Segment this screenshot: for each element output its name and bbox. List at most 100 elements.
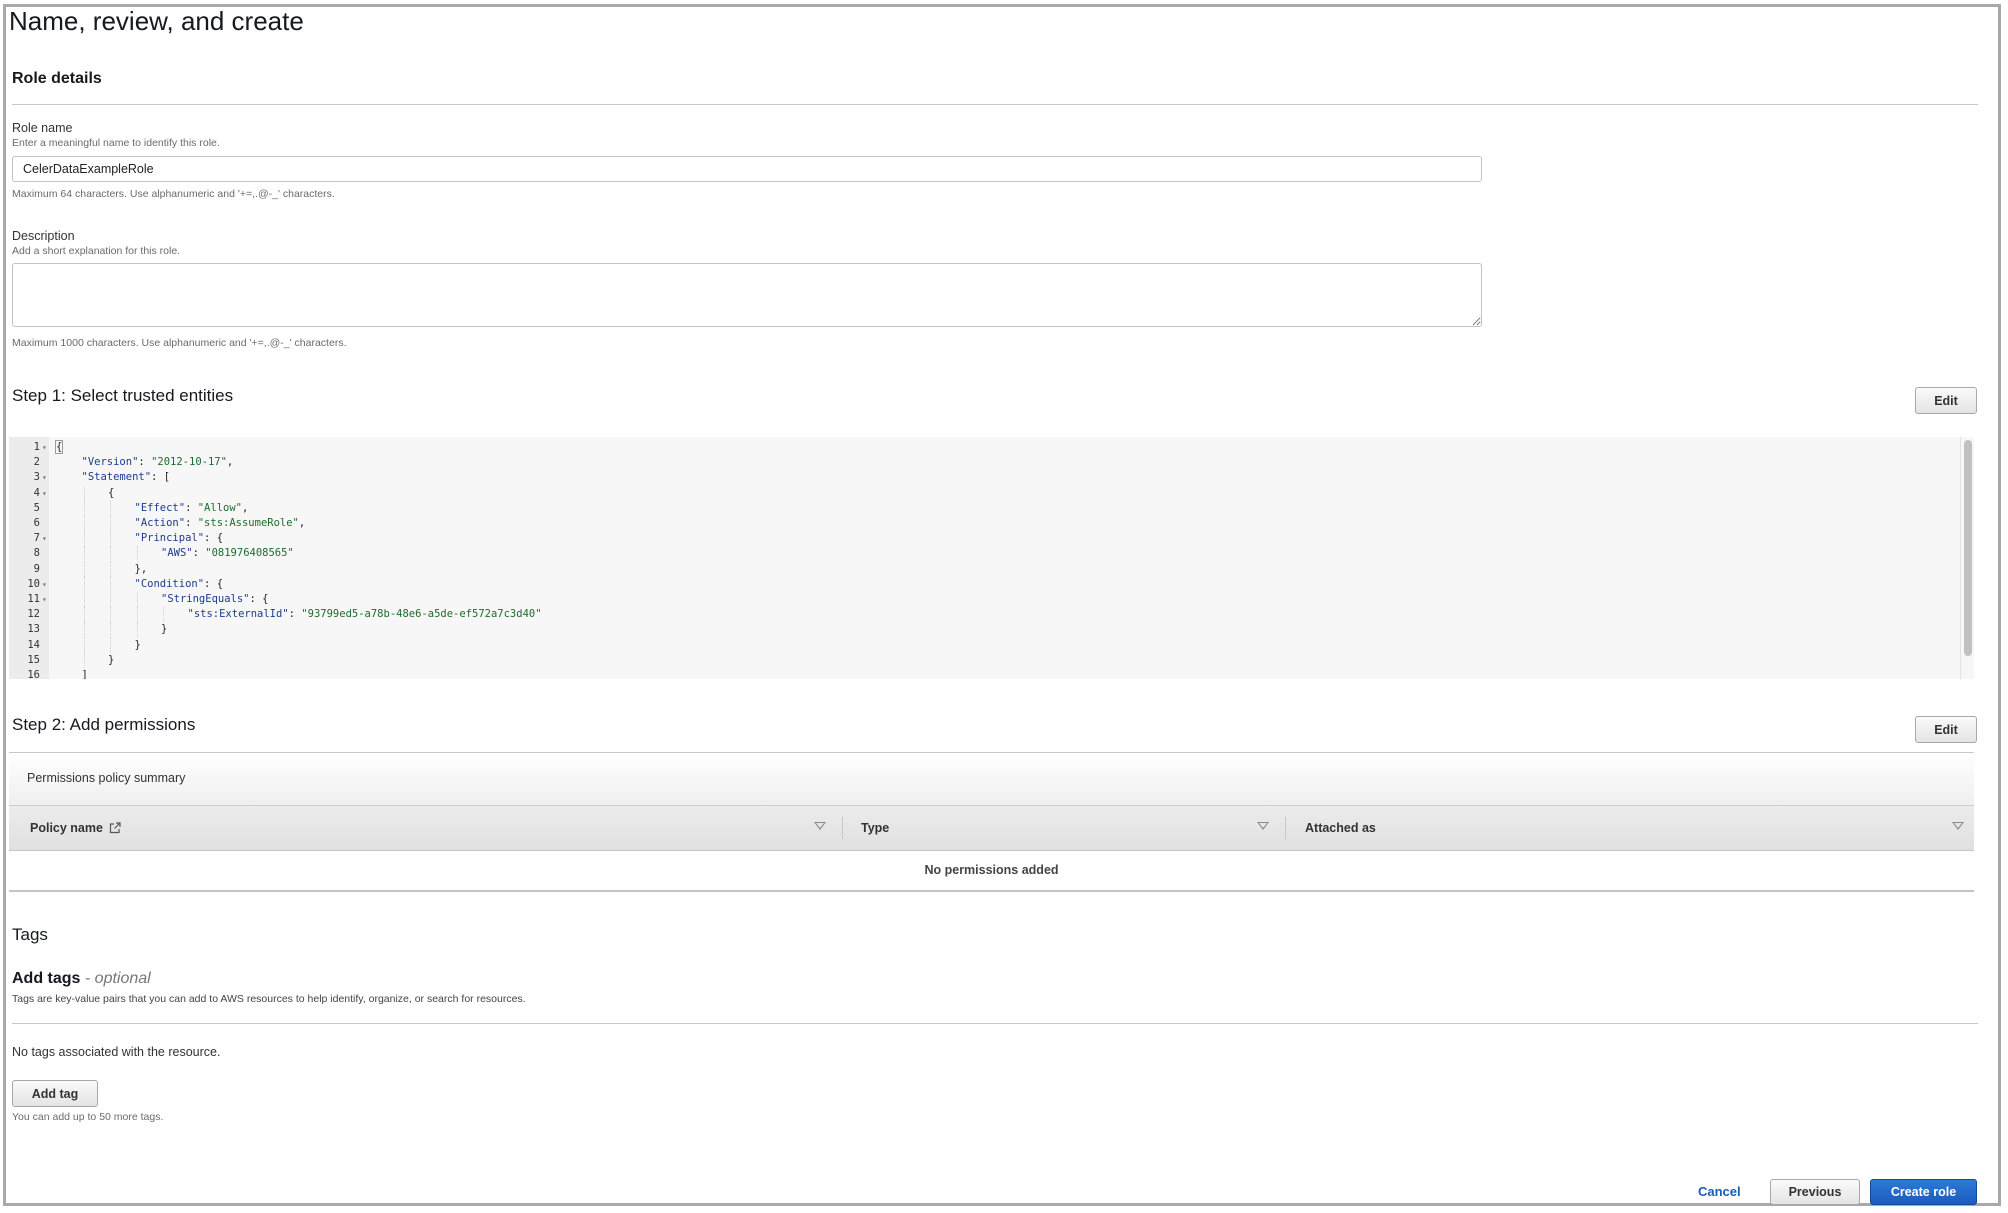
- indent-guide: [110, 637, 111, 653]
- fold-toggle-icon[interactable]: ▾: [42, 531, 47, 546]
- code-text: {: [55, 440, 64, 454]
- role-name-hint: Enter a meaningful name to identify this…: [12, 137, 220, 149]
- indent-guide: [163, 607, 164, 623]
- fold-toggle-icon[interactable]: ▾: [42, 577, 47, 592]
- indent-guide: [83, 607, 85, 623]
- code-text: "StringEquals": {: [161, 593, 269, 605]
- description-constraint: Maximum 1000 characters. Use alphanumeri…: [12, 337, 347, 349]
- column-attached-as[interactable]: Attached as: [1305, 806, 1376, 850]
- add-tags-title-text: Add tags: [12, 970, 81, 987]
- line-number: 5: [33, 501, 40, 514]
- line-number: 4: [33, 486, 40, 499]
- indent-guide: [110, 607, 111, 623]
- tags-description: Tags are key-value pairs that you can ad…: [12, 993, 526, 1005]
- indent-guide: [110, 531, 111, 547]
- code-text: "Statement": [: [81, 471, 171, 484]
- indent-guide: [83, 500, 85, 516]
- code-text: "AWS": "081976408565": [161, 547, 294, 560]
- column-attached-as-label: Attached as: [1305, 821, 1376, 835]
- indent-guide: [110, 561, 111, 577]
- sort-type-icon[interactable]: [1257, 822, 1269, 830]
- step1-edit-button[interactable]: Edit: [1915, 387, 1977, 414]
- line-number: 2: [33, 456, 40, 469]
- column-policy-name[interactable]: Policy name: [30, 806, 121, 850]
- tags-divider: [12, 1023, 1978, 1024]
- line-number: 13: [27, 623, 40, 636]
- indent-guide: [136, 546, 138, 562]
- indent-guide: [110, 516, 111, 532]
- tags-heading: Tags: [12, 925, 48, 944]
- role-name-label: Role name: [12, 121, 73, 135]
- description-textarea[interactable]: [12, 263, 1482, 327]
- step2-edit-button[interactable]: Edit: [1915, 716, 1977, 743]
- description-label: Description: [12, 229, 75, 243]
- code-text: "Principal": {: [134, 532, 224, 545]
- column-separator[interactable]: [842, 817, 843, 839]
- fold-toggle-icon[interactable]: ▾: [42, 440, 47, 455]
- cancel-button[interactable]: Cancel: [1698, 1184, 1741, 1199]
- step2-heading: Step 2: Add permissions: [12, 715, 196, 734]
- code-text: "Effect": "Allow",: [134, 501, 249, 514]
- step1-heading: Step 1: Select trusted entities: [12, 386, 234, 405]
- create-role-button[interactable]: Create role: [1870, 1179, 1977, 1205]
- editor-scrollbar-thumb[interactable]: [1964, 440, 1972, 656]
- line-number: 15: [27, 653, 40, 666]
- fold-toggle-icon[interactable]: ▾: [42, 592, 47, 607]
- column-type-label: Type: [861, 821, 890, 835]
- code-text: "sts:ExternalId": "93799ed5-a78b-48e6-a5…: [187, 608, 542, 621]
- line-number: 8: [33, 547, 40, 560]
- role-name-constraint: Maximum 64 characters. Use alphanumeric …: [12, 188, 335, 200]
- line-number: 1: [33, 441, 40, 453]
- code-text: {: [108, 486, 115, 499]
- external-link-icon: [109, 822, 121, 834]
- line-number: 11: [27, 593, 40, 605]
- indent-guide: [83, 576, 85, 592]
- code-text: "Condition": {: [134, 577, 224, 590]
- indent-guide: [83, 561, 85, 577]
- indent-guide: [83, 637, 85, 653]
- role-name-input[interactable]: [12, 156, 1482, 182]
- line-number: 16: [27, 669, 40, 679]
- indent-guide: [136, 607, 138, 623]
- permissions-empty-message: No permissions added: [924, 863, 1059, 877]
- indent-guide: [83, 592, 85, 608]
- editor-scrollbar[interactable]: [1960, 437, 1974, 679]
- indent-guide: [83, 546, 85, 562]
- line-number: 6: [33, 517, 40, 529]
- indent-guide: [110, 592, 111, 608]
- role-details-divider: [12, 104, 1978, 105]
- indent-guide: [110, 622, 111, 638]
- fold-toggle-icon[interactable]: ▾: [42, 486, 47, 501]
- role-details-heading: Role details: [12, 70, 102, 87]
- indent-guide: [83, 652, 85, 668]
- permissions-summary-bar: Permissions policy summary: [9, 752, 1974, 805]
- code-text: },: [134, 562, 148, 575]
- previous-button[interactable]: Previous: [1770, 1179, 1860, 1205]
- code-text: }: [108, 653, 115, 666]
- column-type[interactable]: Type: [861, 806, 889, 850]
- code-text: ]: [81, 669, 88, 679]
- trust-policy-editor[interactable]: 1 ▾{2 "Version": "2012-10-17", 3 ▾ "Statement…: [9, 437, 1974, 679]
- add-tags-optional: - optional: [84, 970, 151, 987]
- line-number: 7: [33, 532, 40, 545]
- add-tag-button[interactable]: Add tag: [12, 1080, 98, 1107]
- code-text: "Version": "2012-10-17",: [81, 456, 234, 469]
- page-title: Name, review, and create: [9, 6, 304, 36]
- add-tags-title: Add tags - optional: [12, 970, 151, 988]
- indent-guide: [83, 622, 85, 638]
- code-text: }: [161, 623, 168, 636]
- indent-guide: [110, 576, 111, 592]
- line-number: 14: [27, 638, 40, 651]
- code-text: }: [134, 638, 141, 651]
- column-policy-name-label: Policy name: [30, 821, 103, 835]
- indent-guide: [110, 500, 111, 516]
- sort-policy-name-icon[interactable]: [814, 822, 826, 830]
- line-number: 10: [27, 577, 40, 590]
- fold-toggle-icon[interactable]: ▾: [42, 470, 47, 485]
- permissions-table-header: Policy name Type Attached as: [9, 805, 1974, 851]
- column-separator[interactable]: [1285, 817, 1286, 839]
- description-hint: Add a short explanation for this role.: [12, 245, 181, 257]
- line-number: 9: [33, 562, 40, 575]
- sort-attached-as-icon[interactable]: [1952, 822, 1964, 830]
- indent-guide: [83, 516, 85, 532]
